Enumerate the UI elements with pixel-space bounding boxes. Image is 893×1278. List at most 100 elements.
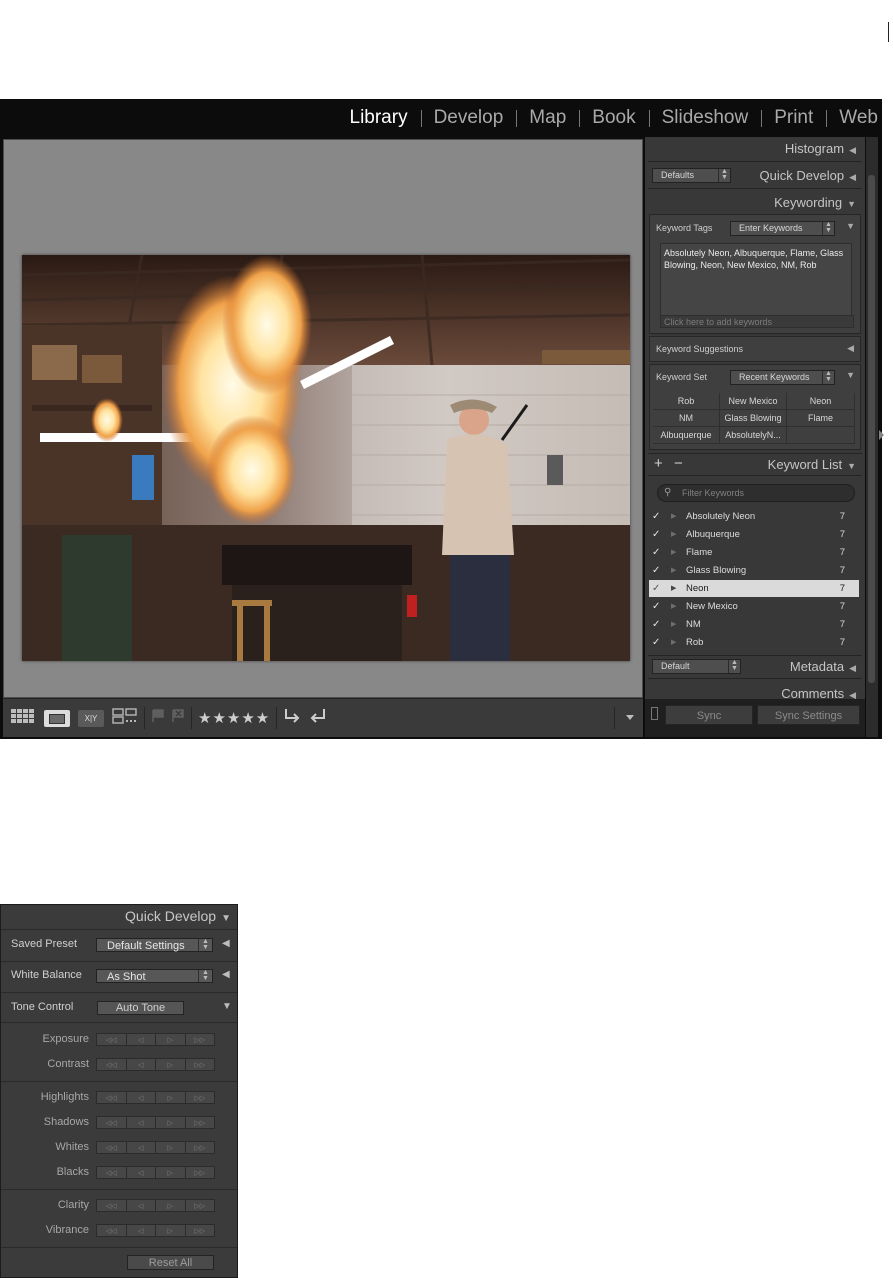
quick-develop-panel-header[interactable]: Quick Develop ▼ (125, 908, 231, 924)
keyword-suggestions-section[interactable]: Keyword Suggestions ◀ (649, 336, 861, 362)
increase-large-button[interactable]: ▷▷ (184, 1224, 215, 1237)
decrease-large-button[interactable]: ◁◁ (96, 1224, 127, 1237)
keyword-tags-mode-select[interactable]: Enter Keywords ▲ ▼ (730, 221, 835, 236)
increase-large-button[interactable]: ▷▷ (184, 1033, 215, 1046)
checkmark-icon[interactable]: ✓ (652, 508, 660, 525)
keyword-set-cell[interactable] (787, 427, 855, 444)
panel-toggle-arrow-icon[interactable] (879, 430, 884, 440)
decrease-large-button[interactable]: ◁◁ (96, 1141, 127, 1154)
toolbar-menu-chevron-icon[interactable] (625, 709, 635, 727)
increase-large-button[interactable]: ▷▷ (184, 1199, 215, 1212)
sync-button[interactable]: Sync (665, 705, 753, 725)
rotate-left-icon[interactable] (283, 707, 303, 730)
module-web[interactable]: Web (826, 107, 878, 129)
module-develop[interactable]: Develop (420, 107, 517, 129)
rotate-right-icon[interactable] (307, 707, 327, 730)
saved-preset-select[interactable]: Default Settings ▲ ▼ (96, 938, 213, 952)
increase-small-button[interactable]: ▷ (155, 1224, 186, 1237)
checkmark-icon[interactable]: ✓ (652, 598, 660, 615)
decrease-small-button[interactable]: ◁ (125, 1058, 156, 1071)
keyword-set-cell[interactable]: NM (653, 410, 720, 427)
increase-large-button[interactable]: ▷▷ (184, 1166, 215, 1179)
auto-sync-switch[interactable] (651, 707, 658, 720)
metadata-header[interactable]: Metadata ◀ (645, 659, 865, 674)
increase-large-button[interactable]: ▷▷ (184, 1141, 215, 1154)
quick-develop-header[interactable]: Quick Develop ◀ (645, 168, 865, 183)
collapse-left-icon[interactable]: ◀ (222, 969, 230, 980)
checkmark-icon[interactable]: ✓ (652, 562, 660, 579)
keyword-set-cell[interactable]: New Mexico (720, 393, 787, 410)
checkmark-icon[interactable]: ✓ (652, 616, 660, 633)
keyword-set-cell[interactable]: Flame (787, 410, 855, 427)
decrease-small-button[interactable]: ◁ (125, 1166, 156, 1179)
decrease-large-button[interactable]: ◁◁ (96, 1166, 127, 1179)
keyword-set-cell[interactable]: Glass Blowing (720, 410, 787, 427)
keyword-list-item[interactable]: ✓ ▶ Absolutely Neon 7 (649, 508, 859, 525)
histogram-header[interactable]: Histogram ◀ (645, 141, 865, 156)
keyword-set-select[interactable]: Recent Keywords ▲ ▼ (730, 370, 835, 385)
pencil-check-icon[interactable]: ✓ (652, 580, 660, 597)
checkmark-icon[interactable]: ✓ (652, 634, 660, 651)
reject-flag-icon[interactable] (171, 708, 185, 728)
main-photo[interactable] (22, 255, 630, 661)
white-balance-select[interactable]: As Shot ▲ ▼ (96, 969, 213, 983)
decrease-small-button[interactable]: ◁ (125, 1116, 156, 1129)
keyword-list-item[interactable]: ✓ ▶ New Mexico 7 (649, 598, 859, 615)
right-panel-scrollbar[interactable] (866, 137, 878, 737)
decrease-large-button[interactable]: ◁◁ (96, 1091, 127, 1104)
increase-large-button[interactable]: ▷▷ (184, 1116, 215, 1129)
keyword-list-item[interactable]: ✓ ▶ Glass Blowing 7 (649, 562, 859, 579)
comments-header[interactable]: Comments ◀ (645, 686, 865, 699)
module-map[interactable]: Map (516, 107, 579, 129)
module-slideshow[interactable]: Slideshow (648, 107, 762, 129)
keyword-set-cell[interactable]: AbsolutelyN... (720, 427, 787, 444)
expand-down-icon[interactable]: ▼ (222, 1001, 232, 1012)
decrease-small-button[interactable]: ◁ (125, 1091, 156, 1104)
keyword-list-item-selected[interactable]: ✓ ▶ Neon 7 (649, 580, 859, 597)
collapse-left-icon[interactable]: ◀ (222, 938, 230, 949)
grid-view-icon[interactable] (10, 708, 38, 729)
increase-large-button[interactable]: ▷▷ (184, 1058, 215, 1071)
keyword-list-item[interactable]: ✓ ▶ NM 7 (649, 616, 859, 633)
increase-small-button[interactable]: ▷ (155, 1199, 186, 1212)
decrease-small-button[interactable]: ◁ (125, 1224, 156, 1237)
decrease-large-button[interactable]: ◁◁ (96, 1199, 127, 1212)
increase-small-button[interactable]: ▷ (155, 1091, 186, 1104)
keyword-list-item[interactable]: ✓ ▶ Albuquerque 7 (649, 526, 859, 543)
increase-large-button[interactable]: ▷▷ (184, 1091, 215, 1104)
increase-small-button[interactable]: ▷ (155, 1141, 186, 1154)
survey-view-icon[interactable] (112, 707, 138, 729)
keyword-set-cell[interactable]: Neon (787, 393, 855, 410)
star-rating[interactable]: ★★★★★ (198, 709, 270, 727)
module-library[interactable]: Library (337, 107, 421, 129)
decrease-small-button[interactable]: ◁ (125, 1141, 156, 1154)
compare-view-icon[interactable]: X|Y (78, 709, 104, 727)
checkmark-icon[interactable]: ✓ (652, 544, 660, 561)
module-book[interactable]: Book (579, 107, 648, 129)
keyword-list-header[interactable]: Keyword List ▼ (645, 457, 865, 472)
checkmark-icon[interactable]: ✓ (652, 526, 660, 543)
loupe-view-icon[interactable] (44, 709, 70, 727)
keywording-header[interactable]: Keywording ▼ (645, 195, 865, 210)
decrease-large-button[interactable]: ◁◁ (96, 1116, 127, 1129)
increase-small-button[interactable]: ▷ (155, 1058, 186, 1071)
keyword-list-item[interactable]: ✓ ▶ Flame 7 (649, 544, 859, 561)
module-print[interactable]: Print (761, 107, 826, 129)
increase-small-button[interactable]: ▷ (155, 1166, 186, 1179)
keyword-set-cell[interactable]: Albuquerque (653, 427, 720, 444)
keyword-set-cell[interactable]: Rob (653, 393, 720, 410)
decrease-small-button[interactable]: ◁ (125, 1199, 156, 1212)
decrease-large-button[interactable]: ◁◁ (96, 1058, 127, 1071)
keyword-tags-textarea[interactable]: Absolutely Neon, Albuquerque, Flame, Gla… (660, 243, 852, 317)
increase-small-button[interactable]: ▷ (155, 1116, 186, 1129)
filter-keywords-input[interactable]: ⚲ Filter Keywords (657, 484, 855, 502)
sync-settings-button[interactable]: Sync Settings (757, 705, 860, 725)
reset-all-button[interactable]: Reset All (127, 1255, 214, 1270)
auto-tone-button[interactable]: Auto Tone (97, 1001, 184, 1015)
decrease-large-button[interactable]: ◁◁ (96, 1033, 127, 1046)
flag-icon[interactable] (151, 708, 165, 728)
add-keywords-field[interactable]: Click here to add keywords (660, 315, 854, 328)
increase-small-button[interactable]: ▷ (155, 1033, 186, 1046)
decrease-small-button[interactable]: ◁ (125, 1033, 156, 1046)
keyword-list-item[interactable]: ✓ ▶ Rob 7 (649, 634, 859, 651)
